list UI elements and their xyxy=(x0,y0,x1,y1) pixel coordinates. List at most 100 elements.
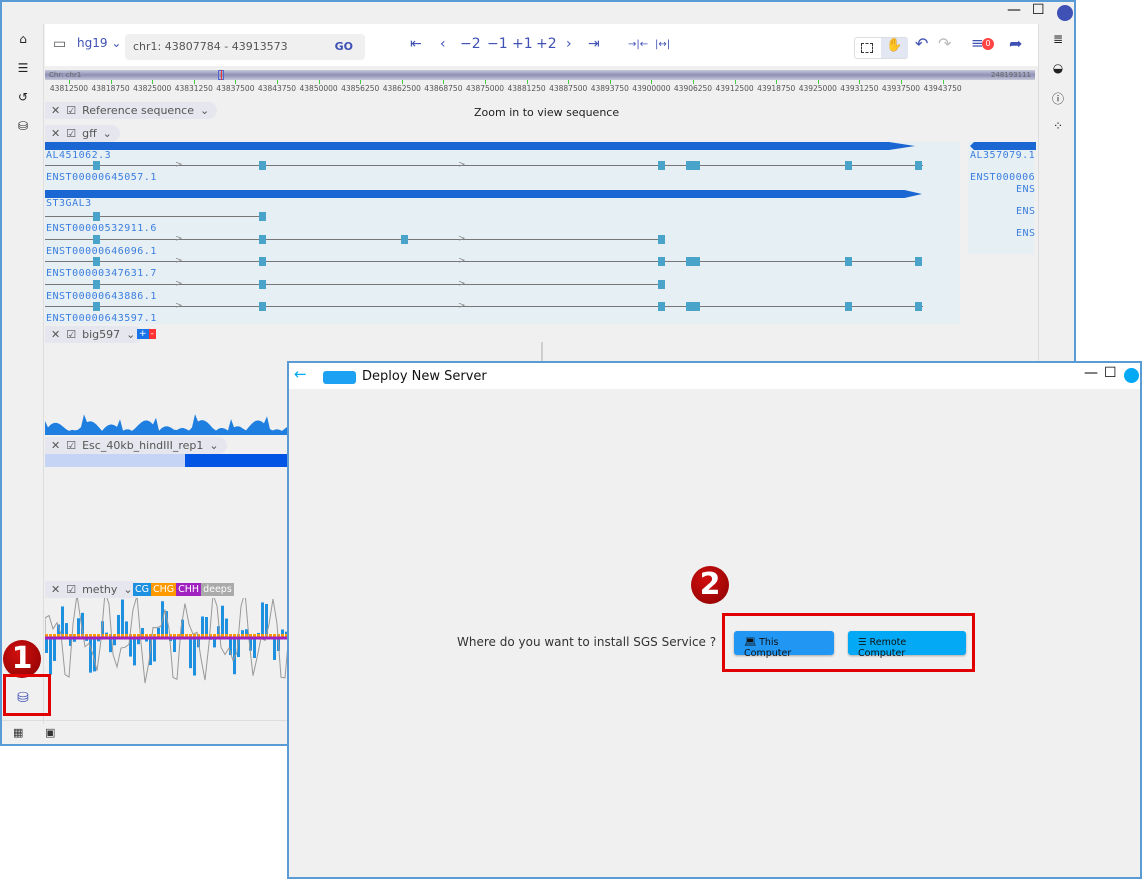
checkbox-icon[interactable]: ☑ xyxy=(66,127,76,140)
maximize-button[interactable]: ☐ xyxy=(1032,2,1045,18)
redo-icon[interactable]: ↷ xyxy=(938,34,951,53)
zoom-in-2-button[interactable]: +2 xyxy=(536,36,557,52)
close-button[interactable] xyxy=(1057,5,1073,21)
exon xyxy=(693,302,700,311)
gene-label[interactable]: ENS xyxy=(1016,206,1036,217)
calendar-icon[interactable]: ▣ xyxy=(45,726,55,739)
strand-minus[interactable]: - xyxy=(148,329,156,339)
gene-label[interactable]: ENS xyxy=(1016,228,1036,239)
expand-button[interactable]: |↔| xyxy=(655,39,670,50)
chromosome-ideogram[interactable]: Chr: chr1 248193111 xyxy=(45,70,1035,80)
pan-right-button[interactable]: › xyxy=(566,36,572,52)
close-button[interactable] xyxy=(1124,368,1139,383)
ruler-tick-label: 43887500 xyxy=(549,84,588,93)
home-icon[interactable]: ⌂ xyxy=(14,32,32,46)
strand-toggle[interactable]: + - xyxy=(137,329,156,339)
exon xyxy=(658,161,665,170)
scatter-plot-icon[interactable]: ⁘ xyxy=(1049,119,1067,133)
gene-label[interactable]: ENS xyxy=(1016,184,1036,195)
transcript-label[interactable]: ENST00000347631.7 xyxy=(46,268,157,279)
methylation-plot xyxy=(45,598,290,684)
zoom-out-2-button[interactable]: −2 xyxy=(460,36,481,52)
close-icon[interactable]: ✕ xyxy=(51,104,60,117)
info-icon[interactable]: ⓘ xyxy=(1049,90,1067,107)
transcript-label[interactable]: ENST00000532911.6 xyxy=(46,223,157,234)
jump-end-button[interactable]: ⇥ xyxy=(588,36,600,52)
gene-track-right[interactable]: AL357079.1 ENST000006 ENS ENS ENS xyxy=(968,142,1036,254)
strand-arrow: > xyxy=(458,279,466,289)
jump-start-button[interactable]: ⇤ xyxy=(410,36,422,52)
transcript-label[interactable]: ENST00000645057.1 xyxy=(46,172,157,183)
exon xyxy=(259,257,266,266)
ruler-tick xyxy=(693,80,694,84)
gene-label[interactable]: AL357079.1 xyxy=(970,150,1035,161)
step-1-badge: 1 xyxy=(3,640,41,678)
select-mode-icon[interactable] xyxy=(861,43,873,53)
gene-label[interactable]: AL451062.3 xyxy=(46,150,111,161)
legend-chh: CHH xyxy=(176,583,202,596)
track-header-hic: ✕ ☑ Esc_40kb_hindIII_rep1 ⌄ xyxy=(45,437,227,454)
track-name[interactable]: big597 xyxy=(82,328,120,341)
strand-plus[interactable]: + xyxy=(137,329,149,339)
exon xyxy=(686,161,693,170)
minimize-button[interactable]: — xyxy=(1084,365,1098,381)
strand-arrow: > xyxy=(458,256,466,266)
track-list-icon[interactable]: ☰ xyxy=(14,61,32,75)
back-button[interactable]: ← xyxy=(294,365,307,383)
ruler-tick-label: 43825000 xyxy=(133,84,172,93)
checkbox-icon[interactable]: ☑ xyxy=(66,583,76,596)
close-icon[interactable]: ✕ xyxy=(51,127,60,140)
history-icon[interactable]: ↺ xyxy=(14,90,32,104)
exon xyxy=(915,257,922,266)
ruler-tick-label: 43812500 xyxy=(49,84,89,93)
ruler[interactable]: Chr: chr1 248193111 43812500 43818750 43825… xyxy=(45,70,1035,100)
gene-label[interactable]: ENST000006 xyxy=(970,172,1035,183)
transcript-label[interactable]: ENST00000643597.1 xyxy=(46,313,157,324)
transcript-label[interactable]: ENST00000643886.1 xyxy=(46,291,157,302)
exon xyxy=(658,302,665,311)
gene-label[interactable]: ST3GAL3 xyxy=(46,198,92,209)
track-name[interactable]: Reference sequence xyxy=(82,104,194,117)
paint-bucket-icon[interactable]: ◒ xyxy=(1049,61,1067,75)
gene-track[interactable]: AL451062.3 > > ENST00000645057.1 ENST0000053… xyxy=(45,142,960,324)
genome-select[interactable]: hg19 ⌄ xyxy=(77,36,121,50)
minimize-button[interactable]: — xyxy=(1007,2,1021,18)
search-data-icon[interactable]: ⛁ xyxy=(14,119,32,133)
track-name[interactable]: gff xyxy=(82,127,97,140)
cg-bar xyxy=(221,605,224,638)
close-icon[interactable]: ✕ xyxy=(51,328,60,341)
checkbox-icon[interactable]: ☑ xyxy=(66,104,76,117)
location-input[interactable]: chr1: 43807784 - 43913573 GO xyxy=(125,34,365,60)
track-name[interactable]: Esc_40kb_hindIII_rep1 xyxy=(82,439,203,452)
ruler-tick-label: 43831250 xyxy=(174,84,213,93)
close-icon[interactable]: ✕ xyxy=(51,439,60,452)
exon xyxy=(693,161,700,170)
ruler-tick xyxy=(443,80,445,84)
step-2-badge: 2 xyxy=(691,566,729,604)
collapse-button[interactable]: →|← xyxy=(628,39,648,50)
ruler-tick xyxy=(568,80,570,84)
share-icon[interactable]: ➦ xyxy=(1009,34,1022,53)
close-icon[interactable]: ✕ xyxy=(51,583,60,596)
ruler-tick xyxy=(609,80,611,84)
zoom-out-1-button[interactable]: −1 xyxy=(487,36,508,52)
pan-left-button[interactable]: ‹ xyxy=(440,36,446,52)
undo-icon[interactable]: ↶ xyxy=(915,34,928,53)
ruler-tick-label: 43906250 xyxy=(673,84,713,93)
left-sidebar: ⌂ ☰ ↺ ⛁ ⛁ xyxy=(2,24,44,724)
zoom-in-1-button[interactable]: +1 xyxy=(512,36,533,52)
grid-icon[interactable]: ▦ xyxy=(13,726,23,739)
cg-bar xyxy=(49,638,52,675)
toolbar: ▭ hg19 ⌄ chr1: 43807784 - 43913573 GO ⇤ ‹… xyxy=(45,24,1038,66)
exon xyxy=(915,302,922,311)
exon xyxy=(93,257,100,266)
track-name[interactable]: methy xyxy=(82,583,117,596)
cg-bar xyxy=(61,606,64,638)
go-button[interactable]: GO xyxy=(335,40,353,53)
checkbox-icon[interactable]: ☑ xyxy=(66,328,76,341)
maximize-button[interactable]: ☐ xyxy=(1104,365,1117,381)
transcript-label[interactable]: ENST00000646096.1 xyxy=(46,246,157,257)
hand-mode-icon[interactable]: ✋ xyxy=(881,38,908,58)
checkbox-icon[interactable]: ☑ xyxy=(66,439,76,452)
list-icon[interactable]: ≣ xyxy=(1049,32,1067,46)
